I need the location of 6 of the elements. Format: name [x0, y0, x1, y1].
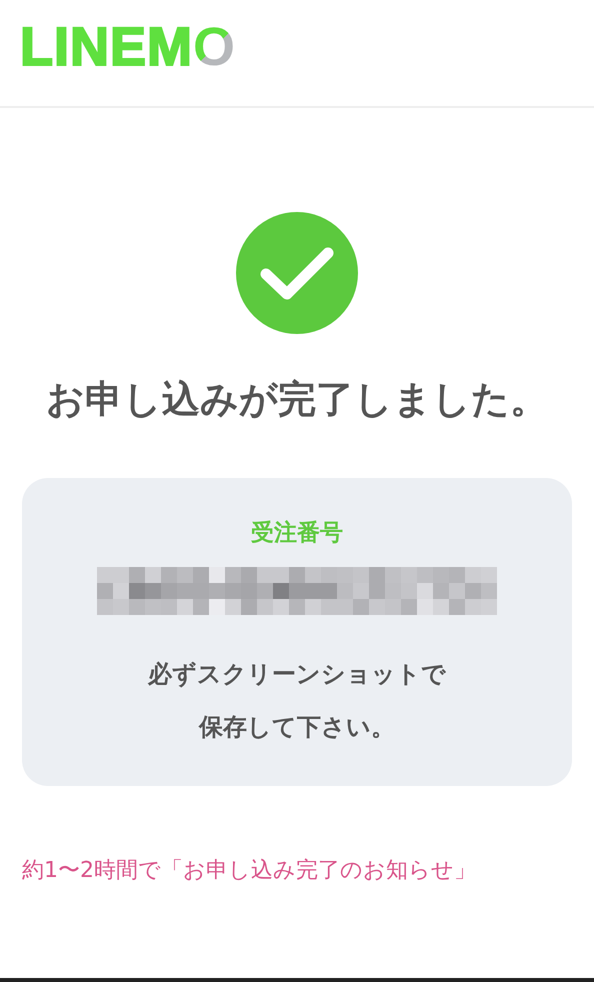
notice-text: 約1〜2時間で「お申し込み完了のお知らせ」	[21, 857, 477, 885]
screenshot-note: 必ずスクリーンショットで 保存して下さい。	[148, 658, 446, 742]
check-icon	[236, 212, 358, 334]
order-number-label: 受注番号	[251, 519, 343, 548]
linemo-logo[interactable]: LINEMO	[20, 20, 236, 74]
completion-title: お申し込みが完了しました。	[45, 376, 549, 423]
